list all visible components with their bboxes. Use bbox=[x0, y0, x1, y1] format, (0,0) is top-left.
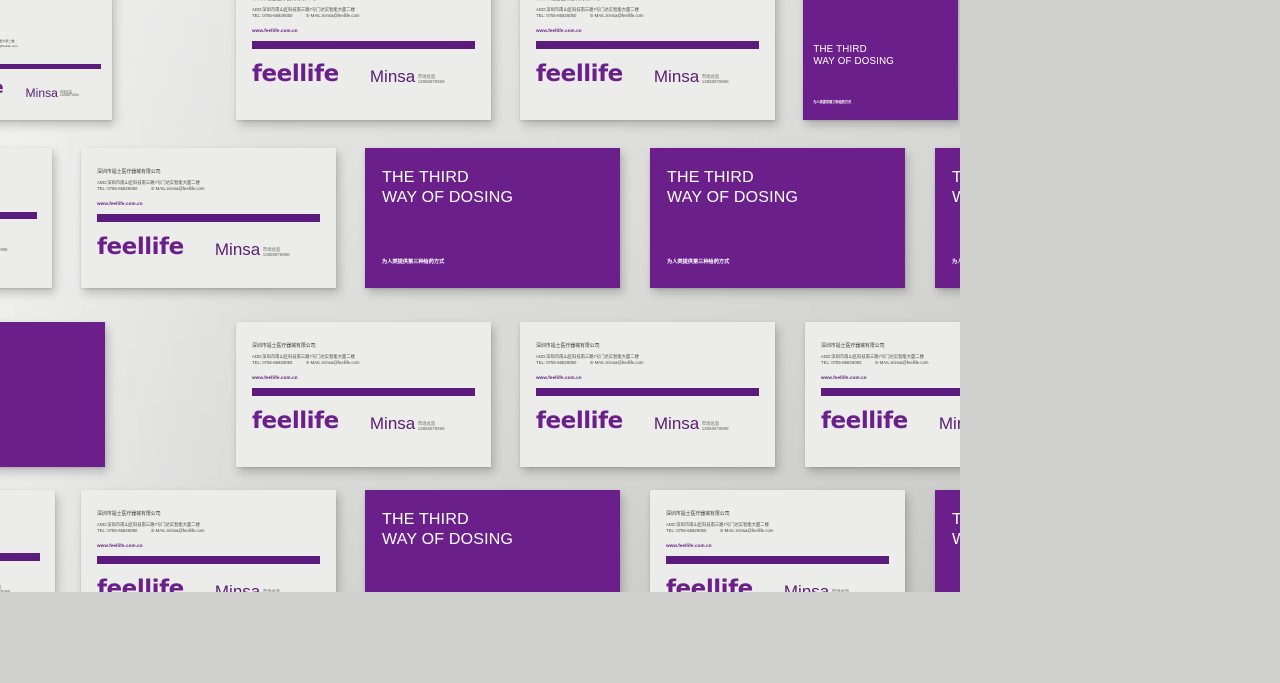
card-address-block: ADD:深圳市南山区科技南三路7号门达实智能大厦二楼TEL: 0755-6682… bbox=[666, 522, 773, 535]
card-address-line: ADD:深圳市南山区科技南三路7号门达实智能大厦二楼 bbox=[666, 522, 769, 527]
contact-name: Minsa bbox=[214, 582, 261, 592]
card-company-name: 深圳市福士医疗器械有限公司 bbox=[666, 512, 730, 517]
back-headline-line1: THE THIRD bbox=[382, 511, 469, 528]
back-headline-line2: WAY OF DOSING bbox=[382, 531, 514, 549]
card-tel: TEL: 0755-66826050 bbox=[666, 528, 707, 534]
contact-title: 市场总监 bbox=[262, 588, 281, 592]
back-headline: THE THIRD WAY OF DOSING bbox=[382, 510, 513, 551]
card-website[interactable]: www.feellife.com.cn bbox=[97, 543, 143, 548]
contact-meta: 市场总监13868878968 bbox=[0, 584, 11, 592]
business-card-mockup-scene: 深圳市福士医疗器械有限公司ADD:深圳市南山区科技南三路7号门达实智能大厦二楼T… bbox=[0, 0, 1280, 683]
card-r4-c0[interactable]: 深圳市福士医疗器械有限公司ADD:深圳市南山区科技南三路7号门达实智能大厦二楼T… bbox=[0, 490, 55, 592]
back-headline-line1: THE THIRD bbox=[952, 511, 960, 528]
card-r4-c4[interactable]: THE THIRDWAY OF DOSING为人类提供第三种给药方式 bbox=[935, 490, 960, 592]
card-tel: TEL: 0755-66826050 bbox=[97, 528, 138, 534]
back-headline-line2: WAY OF DOSING bbox=[952, 531, 960, 549]
card-email: E-MAIL:minsa@feellife.com bbox=[720, 528, 774, 534]
card-logo-feellife: feellife bbox=[97, 576, 184, 592]
row-4: 深圳市福士医疗器械有限公司ADD:深圳市南山区科技南三路7号门达实智能大厦二楼T… bbox=[0, 0, 960, 592]
contact-name: Minsa bbox=[783, 582, 830, 592]
contact-meta: 市场总监13868878968 bbox=[263, 589, 290, 592]
card-purple-rule bbox=[0, 553, 40, 561]
card-logo-feellife: feellife bbox=[666, 576, 753, 592]
floor-surface bbox=[0, 592, 960, 683]
cards-layer: 深圳市福士医疗器械有限公司ADD:深圳市南山区科技南三路7号门达实智能大厦二楼T… bbox=[0, 0, 960, 592]
card-contact-person: Minsa市场总监13868878968 bbox=[0, 578, 10, 592]
card-r4-c2[interactable]: THE THIRDWAY OF DOSING为人类提供第三种给药方式 bbox=[365, 490, 620, 592]
back-headline: THE THIRD WAY OF DOSING bbox=[952, 510, 960, 551]
card-purple-rule bbox=[97, 556, 320, 564]
contact-title: 市场总监 bbox=[831, 588, 850, 592]
card-address-line: ADD:深圳市南山区科技南三路7号门达实智能大厦二楼 bbox=[97, 522, 200, 527]
card-address-block: ADD:深圳市南山区科技南三路7号门达实智能大厦二楼TEL: 0755-6682… bbox=[97, 522, 204, 535]
card-company-name: 深圳市福士医疗器械有限公司 bbox=[97, 512, 161, 517]
contact-phone: 13868878968 bbox=[0, 588, 11, 592]
card-website[interactable]: www.feellife.com.cn bbox=[666, 543, 712, 548]
card-contact-person: Minsa市场总监13868878968 bbox=[784, 582, 859, 592]
card-r4-c3[interactable]: 深圳市福士医疗器械有限公司 ADD:深圳市南山区科技南三路7号门达实智能大厦二楼 T… bbox=[650, 490, 905, 592]
card-purple-rule bbox=[666, 556, 889, 564]
card-email: E-MAIL:minsa@feellife.com bbox=[151, 528, 205, 534]
card-contact-person: Minsa市场总监13868878968 bbox=[215, 582, 290, 592]
card-r4-c1[interactable]: 深圳市福士医疗器械有限公司 ADD:深圳市南山区科技南三路7号门达实智能大厦二楼 T… bbox=[81, 490, 336, 592]
contact-meta: 市场总监13868878968 bbox=[832, 589, 859, 592]
